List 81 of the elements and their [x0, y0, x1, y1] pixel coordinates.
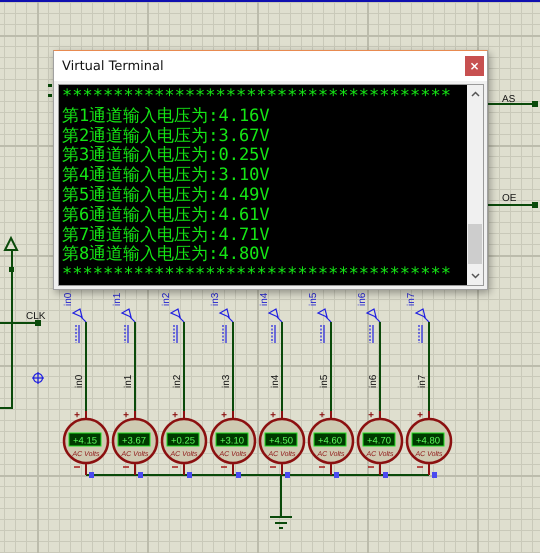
meter-reading: +3.10 — [216, 432, 248, 446]
wire — [488, 103, 534, 105]
net-label: CLK — [26, 311, 46, 322]
wire — [488, 204, 534, 206]
terminal-line: 第6通道输入电压为:4.61V — [62, 206, 271, 226]
triangle-icon — [3, 236, 19, 272]
pin-marker — [383, 472, 388, 478]
pin-marker — [138, 472, 143, 478]
meter-reading: +4.70 — [362, 432, 396, 446]
scrollbar[interactable] — [467, 85, 483, 285]
wire-label: in5 — [319, 374, 330, 388]
terminal-line: 第5通道输入电压为:4.49V — [62, 186, 271, 206]
wire-label: in0 — [74, 374, 85, 388]
net-label: AS — [502, 94, 516, 105]
scroll-up-icon[interactable] — [470, 91, 480, 97]
net-label: OE — [502, 193, 516, 204]
terminal-label: in7 — [406, 292, 417, 306]
wire-label: in4 — [270, 374, 281, 388]
pin-marker — [285, 472, 290, 478]
meter-reading: +4.80 — [412, 432, 444, 446]
terminal-line: 第8通道输入电压为:4.80V — [62, 245, 271, 266]
plus-sign: + — [123, 410, 129, 421]
pin-marker — [187, 472, 192, 478]
wire-label: in1 — [123, 374, 134, 388]
terminal-line: ************************************** — [62, 265, 452, 285]
plus-sign: + — [417, 410, 423, 421]
meter-reading: +4.60 — [314, 432, 346, 446]
plus-sign: + — [74, 410, 80, 421]
terminal-label: in5 — [308, 292, 319, 306]
terminal-label: in4 — [259, 292, 270, 306]
terminal-label: in6 — [357, 292, 368, 306]
wire-label: in6 — [368, 374, 379, 388]
wire-label: in7 — [417, 374, 428, 388]
terminal-line: 第1通道输入电压为:4.16V — [62, 106, 271, 127]
minus-sign: − — [368, 460, 374, 474]
minus-sign: − — [122, 460, 130, 474]
minus-sign: − — [172, 460, 178, 474]
terminal-icon — [219, 308, 234, 343]
plus-sign: + — [270, 410, 276, 421]
terminal-icon — [121, 308, 136, 343]
minus-sign: − — [416, 460, 424, 474]
terminal-label: in2 — [161, 292, 172, 306]
scroll-down-icon[interactable] — [470, 273, 480, 279]
plus-sign: + — [172, 410, 178, 421]
wire-label: in2 — [172, 374, 183, 388]
window-title: Virtual Terminal — [62, 58, 164, 74]
pin-marker — [334, 472, 339, 478]
terminal-line: ************************************** — [62, 87, 452, 107]
terminal-icon — [366, 308, 381, 343]
meter-reading: +4.15 — [68, 432, 102, 446]
terminal-line: 第7通道输入电压为:4.71V — [62, 226, 271, 245]
terminal-icon — [268, 308, 283, 343]
minus-sign: − — [220, 460, 228, 474]
terminal-line: 第3通道输入电压为:0.25V — [62, 146, 271, 166]
crosshair-icon — [31, 371, 45, 385]
pin-marker — [89, 472, 94, 478]
terminal-label: in0 — [63, 292, 74, 306]
terminal-line: 第2通道输入电压为:3.67V — [62, 126, 271, 146]
meter-reading: +4.50 — [264, 432, 298, 446]
meter-reading: +0.25 — [166, 432, 200, 446]
close-button[interactable]: × — [465, 56, 484, 76]
ground-icon — [269, 516, 293, 529]
pin-marks-drawing — [48, 84, 52, 97]
minus-sign: − — [318, 460, 326, 474]
scrollbar-thumb[interactable] — [468, 224, 482, 264]
plus-sign: + — [221, 410, 227, 421]
terminal-icon — [72, 308, 87, 343]
terminal-icon — [415, 308, 430, 343]
minus-sign: − — [74, 460, 80, 474]
terminal-label: in3 — [210, 292, 221, 306]
plus-sign: + — [319, 410, 325, 421]
terminal-icon — [170, 308, 185, 343]
pin-marker — [236, 472, 241, 478]
plus-sign: + — [368, 410, 374, 421]
pin-marker — [432, 472, 437, 478]
minus-sign: − — [270, 460, 276, 474]
wire-label: in3 — [221, 374, 232, 388]
terminal-line: 第4通道输入电压为:3.10V — [62, 166, 271, 186]
meter-reading: +3.67 — [118, 432, 150, 446]
terminal-icon — [317, 308, 332, 343]
terminal-label: in1 — [112, 292, 123, 306]
